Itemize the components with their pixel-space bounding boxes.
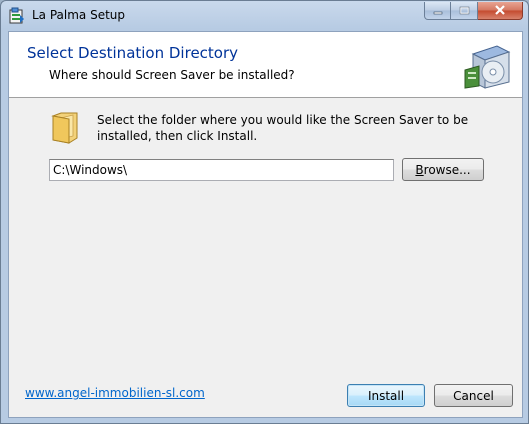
- close-button[interactable]: [478, 2, 523, 20]
- setup-app-icon: [9, 7, 25, 24]
- browse-button-label: rowse...: [423, 162, 471, 177]
- page-title: Select Destination Directory: [27, 44, 239, 62]
- maximize-icon: [459, 4, 470, 18]
- cancel-button[interactable]: Cancel: [434, 384, 513, 407]
- wizard-header: Select Destination Directory Where shoul…: [9, 32, 522, 98]
- installer-box-icon: [463, 42, 515, 90]
- instruction-text: Select the folder where you would like t…: [97, 113, 469, 143]
- title-bar[interactable]: La Palma Setup: [1, 1, 528, 31]
- minimize-button[interactable]: [424, 2, 451, 20]
- dialog-client-area: Select Destination Directory Where shoul…: [8, 31, 523, 418]
- maximize-button[interactable]: [451, 2, 478, 20]
- install-button[interactable]: Install: [347, 384, 425, 407]
- browse-button[interactable]: Browse...: [402, 158, 484, 181]
- browse-button-accesskey: B: [415, 162, 424, 177]
- setup-window: La Palma Setup Select Destination Direct…: [0, 0, 529, 424]
- minimize-icon: [433, 4, 443, 18]
- window-title: La Palma Setup: [32, 8, 126, 22]
- page-subtitle: Where should Screen Saver be installed?: [49, 68, 295, 82]
- folder-icon: [49, 110, 83, 144]
- destination-path-input[interactable]: [49, 159, 394, 181]
- caption-buttons: [424, 2, 523, 21]
- close-icon: [494, 4, 506, 18]
- website-link[interactable]: www.angel-immobilien-sl.com: [25, 386, 205, 400]
